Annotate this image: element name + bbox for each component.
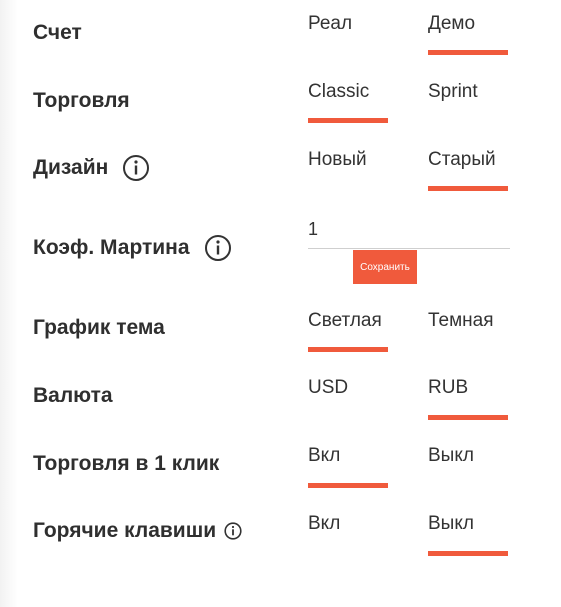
setting-label-currency: Валюта — [33, 384, 113, 408]
option-light[interactable]: Светлая — [308, 310, 382, 332]
selected-underline — [308, 118, 388, 123]
setting-label-account: Счет — [33, 21, 82, 45]
option-new[interactable]: Новый — [308, 149, 367, 171]
save-button[interactable]: Сохранить — [353, 250, 417, 284]
setting-label-text: Торговля — [33, 89, 130, 112]
selected-underline — [428, 186, 508, 191]
setting-label-martingale: Коэф. Мартина — [33, 234, 232, 262]
selected-underline — [308, 347, 388, 352]
option-rub[interactable]: RUB — [428, 377, 468, 399]
input-underline — [308, 248, 510, 249]
selected-underline — [428, 50, 508, 55]
setting-label-trading: Торговля — [33, 89, 130, 113]
setting-label-text: Счет — [33, 21, 82, 44]
info-icon[interactable] — [122, 154, 150, 182]
option-off[interactable]: Выкл — [428, 445, 474, 467]
option-old[interactable]: Старый — [428, 149, 496, 171]
selected-underline — [428, 551, 508, 556]
selected-underline — [308, 483, 388, 488]
option-usd[interactable]: USD — [308, 377, 348, 399]
option-demo[interactable]: Демо — [428, 13, 475, 35]
option-on[interactable]: Вкл — [308, 513, 340, 535]
option-real[interactable]: Реал — [308, 13, 352, 35]
option-classic[interactable]: Classic — [308, 81, 369, 103]
left-edge-shade — [0, 0, 18, 607]
option-sprint[interactable]: Sprint — [428, 81, 478, 103]
setting-label-text: Валюта — [33, 384, 113, 407]
info-icon[interactable] — [204, 234, 232, 262]
setting-label-one-click: Торговля в 1 клик — [33, 452, 219, 476]
setting-label-chart-theme: График тема — [33, 316, 165, 340]
martingale-input[interactable] — [308, 214, 510, 244]
setting-label-text: Горячие клавиши — [33, 519, 217, 542]
setting-label-text: График тема — [33, 316, 165, 339]
setting-label-hotkeys: Горячие клавиши — [33, 519, 242, 543]
selected-underline — [428, 415, 508, 420]
setting-label-text: Коэф. Мартина — [33, 236, 190, 259]
option-on[interactable]: Вкл — [308, 445, 340, 467]
info-icon[interactable] — [224, 522, 242, 540]
option-off[interactable]: Выкл — [428, 513, 474, 535]
setting-label-text: Дизайн — [33, 156, 109, 179]
setting-label-text: Торговля в 1 клик — [33, 452, 220, 475]
setting-label-design: Дизайн — [33, 154, 150, 182]
option-dark[interactable]: Темная — [428, 310, 494, 332]
